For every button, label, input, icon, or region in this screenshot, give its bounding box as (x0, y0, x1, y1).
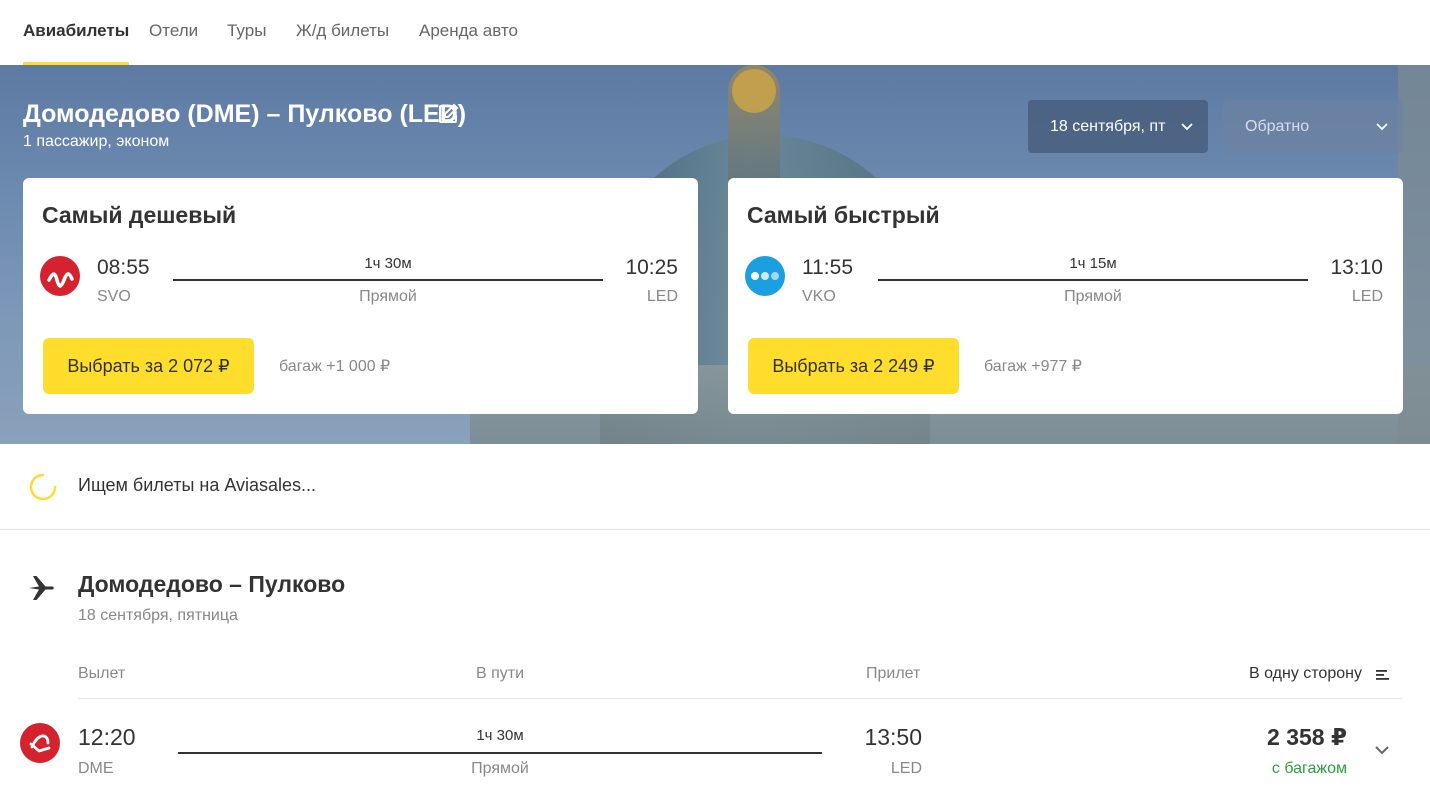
arrival-airport: LED (890, 760, 922, 777)
flight-duration: 1ч 30м (476, 727, 524, 744)
divider (78, 698, 1402, 699)
cheapest-flight-card: Самый дешевый 08:55 SVO 1ч 30м Прямой 10… (23, 178, 698, 414)
column-header-arrival: Прилет (866, 665, 921, 682)
background-spire-ball (732, 69, 776, 113)
chevron-down-icon (1376, 123, 1388, 131)
departure-time: 12:20 (78, 724, 136, 750)
loading-spinner-icon (29, 473, 57, 501)
stops-label: Прямой (471, 760, 529, 777)
route-title: Домодедово (DME) – Пулково (LED) (23, 100, 467, 128)
departure-date-value: 18 сентября, пт (1050, 118, 1166, 135)
departure-airport: DME (78, 760, 114, 777)
route-line (878, 279, 1308, 281)
departure-date-select[interactable]: 18 сентября, пт (1028, 100, 1208, 153)
departure-time: 11:55 (802, 256, 853, 279)
departure-airport: VKO (802, 288, 836, 305)
select-fastest-button[interactable]: Выбрать за 2 249 ₽ (748, 338, 959, 394)
flight-duration: 1ч 15м (1069, 255, 1117, 272)
tab-hotels[interactable]: Отели (149, 0, 198, 65)
column-header-duration: В пути (476, 665, 525, 682)
arrival-airport: LED (646, 288, 678, 305)
edit-icon[interactable] (437, 103, 459, 125)
stops-label: Прямой (1064, 288, 1122, 305)
tab-trains[interactable]: Ж/д билеты (296, 0, 389, 65)
s7-airline-logo-icon (40, 256, 80, 296)
card-title: Самый быстрый (747, 202, 940, 228)
route-line (178, 752, 822, 754)
baggage-included: с багажом (1271, 760, 1347, 777)
hero-banner: Домодедово (DME) – Пулково (LED) 1 пасса… (0, 65, 1430, 444)
tab-flights[interactable]: Авиабилеты (23, 0, 130, 65)
return-date-select[interactable]: Обратно (1223, 100, 1403, 153)
arrival-time: 13:50 (864, 724, 922, 750)
pobeda-airline-logo-icon (745, 256, 785, 296)
tab-car-rental[interactable]: Аренда авто (419, 0, 518, 65)
arrival-time: 10:25 (625, 256, 678, 279)
chevron-down-icon[interactable] (1374, 742, 1390, 758)
passenger-class: 1 пассажир, эконом (23, 133, 170, 150)
search-status-bar: Ищем билеты на Aviasales... (0, 444, 1430, 530)
fastest-flight-card: Самый быстрый 11:55 VKO 1ч 15м Прямой 13… (728, 178, 1403, 414)
tab-tours[interactable]: Туры (227, 0, 266, 65)
s7-airline-logo-icon (20, 723, 60, 763)
flight-duration: 1ч 30м (364, 255, 412, 272)
sort-one-way[interactable]: В одну сторону (1249, 665, 1362, 683)
baggage-price: багаж +977 ₽ (984, 358, 1082, 375)
card-title: Самый дешевый (42, 202, 237, 228)
arrival-time: 13:10 (1330, 256, 1383, 279)
select-cheapest-button[interactable]: Выбрать за 2 072 ₽ (43, 338, 254, 394)
top-nav: Авиабилеты Отели Туры Ж/д билеты Аренда … (0, 0, 1430, 65)
return-date-placeholder: Обратно (1245, 118, 1310, 135)
chevron-down-icon (1181, 123, 1193, 131)
arrival-airport: LED (1351, 288, 1383, 305)
departure-time: 08:55 (97, 256, 150, 279)
search-status-text: Ищем билеты на Aviasales... (78, 475, 317, 495)
route-line (173, 279, 603, 281)
airplane-icon (29, 576, 54, 600)
results-route-title: Домодедово – Пулково (78, 571, 346, 597)
stops-label: Прямой (359, 288, 417, 305)
flight-price: 2 358 ₽ (1267, 724, 1347, 750)
departure-airport: SVO (97, 288, 131, 305)
sort-icon[interactable] (1376, 668, 1390, 682)
baggage-price: багаж +1 000 ₽ (279, 358, 391, 375)
results-date: 18 сентября, пятница (78, 607, 238, 624)
column-header-departure: Вылет (78, 665, 126, 682)
